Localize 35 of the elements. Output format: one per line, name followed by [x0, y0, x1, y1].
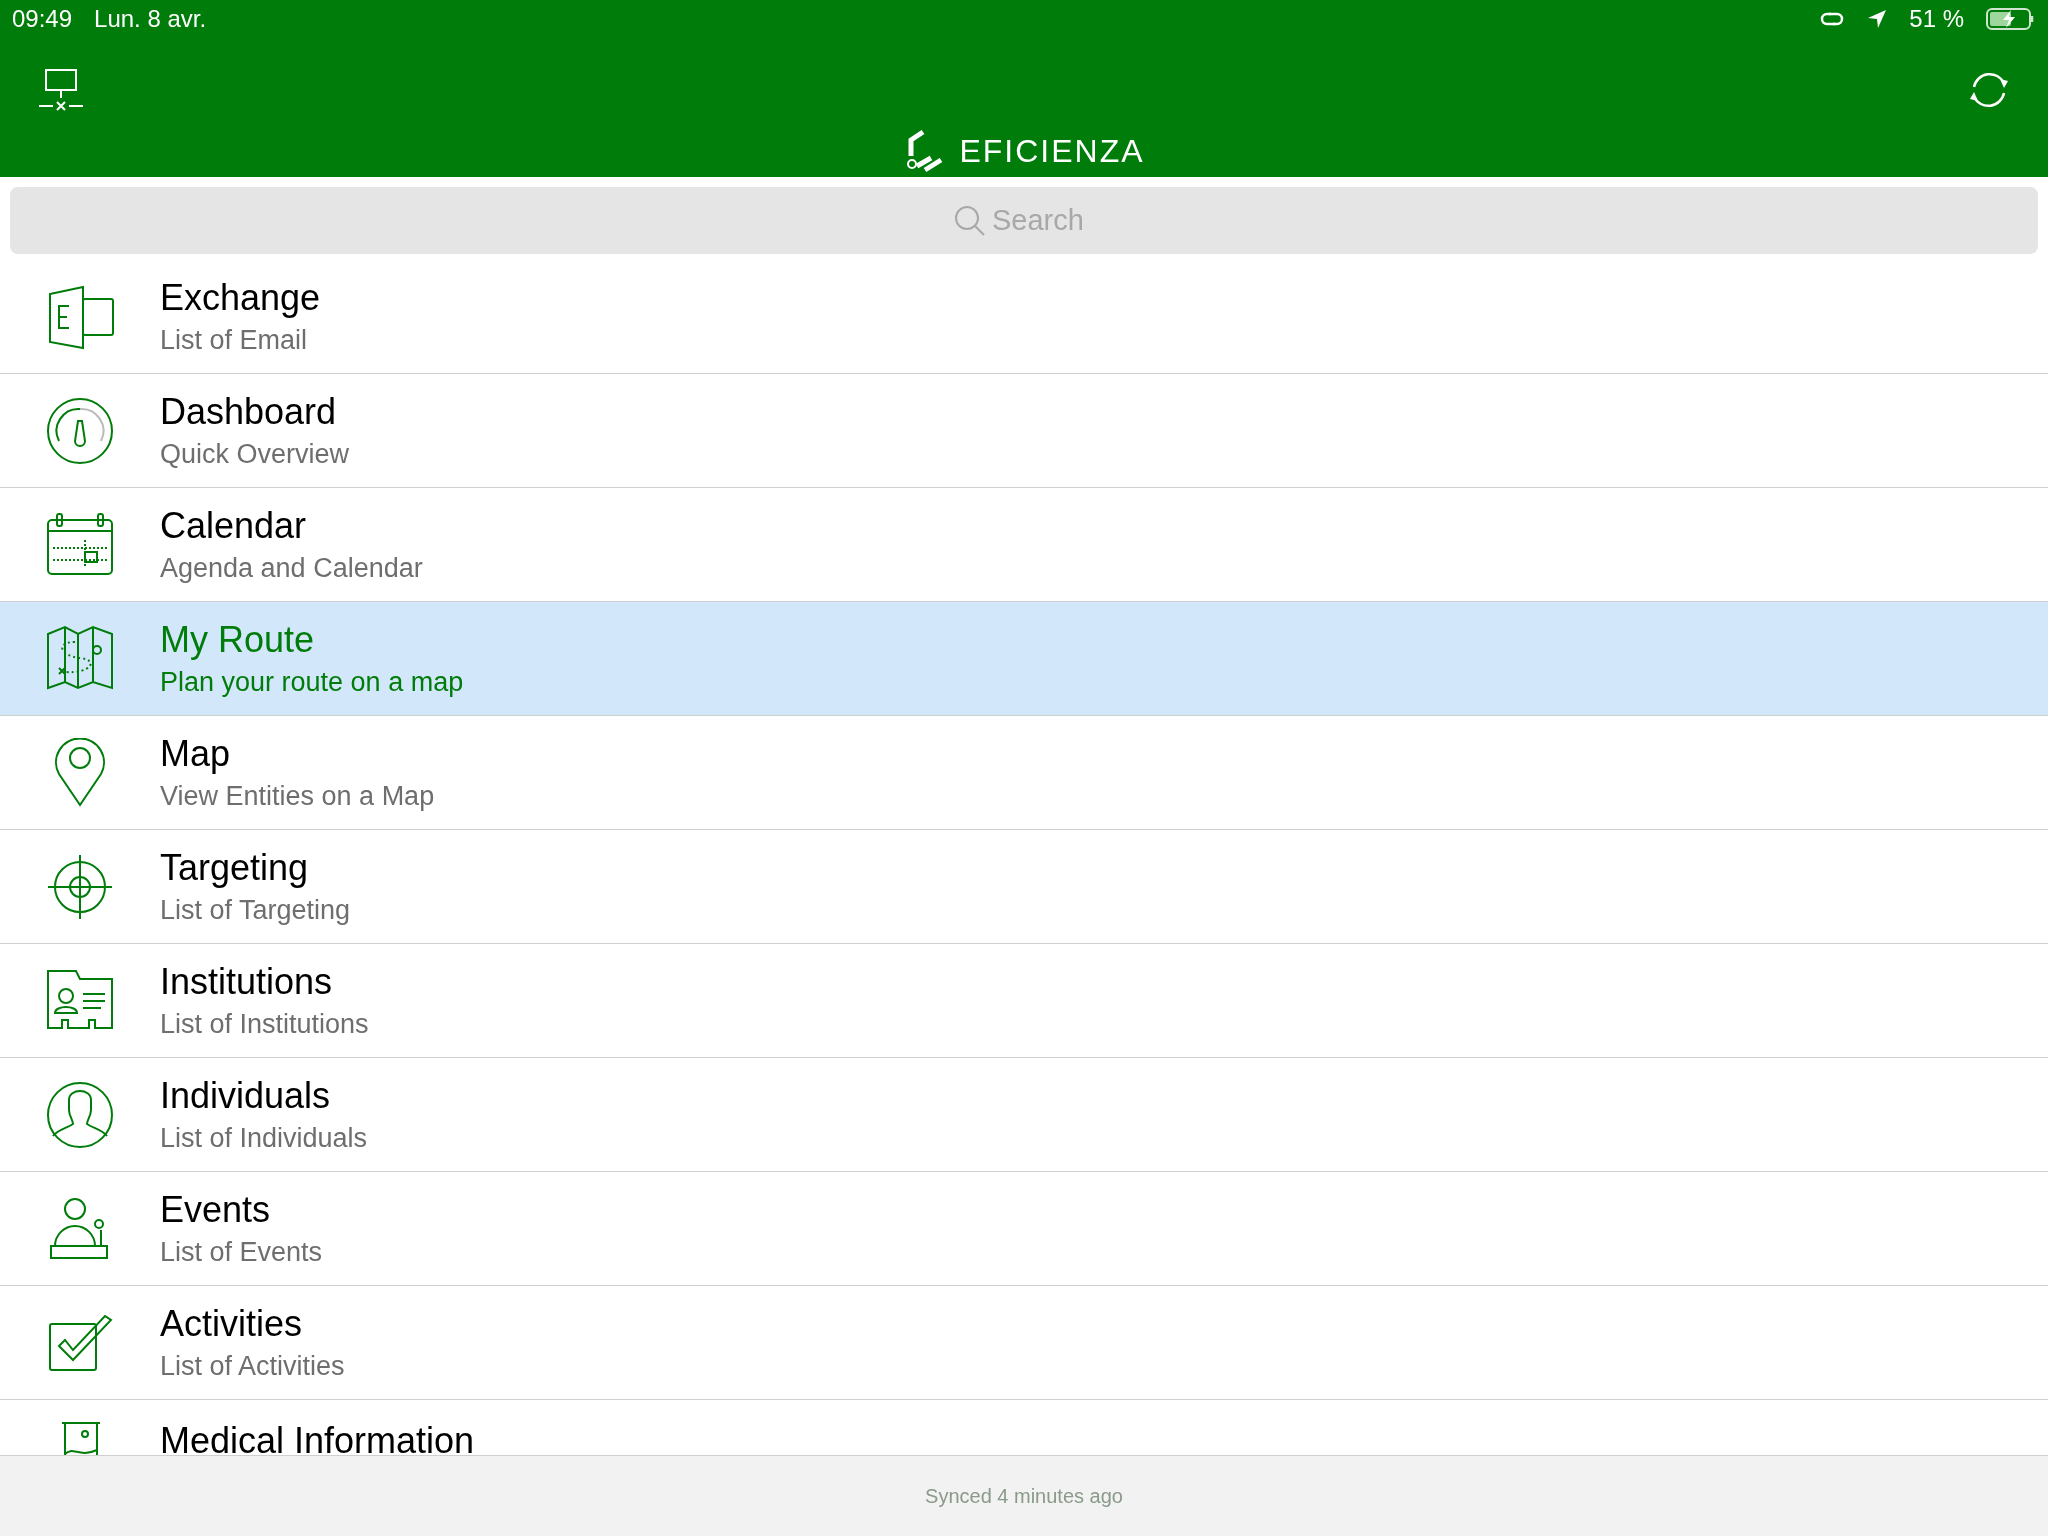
search-icon [954, 204, 986, 237]
menu-item-title: Events [160, 1189, 272, 1231]
menu-item-subtitle: List of Events [160, 1237, 323, 1268]
menu-item-subtitle: List of Institutions [160, 1009, 369, 1040]
status-time: 09:49 [12, 5, 73, 33]
gauge-icon [45, 395, 115, 466]
battery-charging-icon [1986, 7, 2036, 31]
person-circle-icon [45, 1079, 115, 1150]
search-field[interactable]: Search [10, 187, 2038, 254]
location-arrow-icon [1867, 9, 1888, 29]
menu-item-subtitle: View Entities on a Map [160, 781, 435, 812]
menu-item-subtitle: Quick Overview [160, 439, 350, 470]
menu-item-title: Exchange [160, 277, 321, 319]
brand-name: EFICIENZA [959, 132, 1145, 170]
menu-item[interactable]: My Route Plan your route on a map [0, 602, 2048, 716]
menu-item-subtitle: List of Email [160, 325, 309, 356]
menu-item-subtitle: List of Targeting [160, 895, 351, 926]
status-date: Lun. 8 avr. [94, 5, 207, 33]
menu-item-subtitle: List of Individuals [160, 1123, 368, 1154]
menu-item-subtitle: List of Activities [160, 1351, 345, 1382]
menu-item-title: Targeting [160, 847, 310, 889]
menu-item-title: Map [160, 733, 232, 775]
menu-item-title: Medical Information [160, 1420, 475, 1455]
menu-item-subtitle: Agenda and Calendar [160, 553, 423, 584]
battery-percentage: 51 % [1909, 5, 1964, 33]
menu-item-title: Calendar [160, 505, 308, 547]
menu-item-title: Institutions [160, 961, 334, 1003]
menu-item-title: Activities [160, 1303, 304, 1345]
menu-item-title: Dashboard [160, 391, 338, 433]
sync-status: Synced 4 minutes ago [925, 1484, 1123, 1508]
menu-item-title: Individuals [160, 1075, 332, 1117]
disconnect-icon[interactable] [38, 68, 84, 112]
search-input[interactable]: Search [990, 203, 1094, 238]
menu-item-subtitle: Plan your route on a map [160, 667, 464, 698]
menu-item-title: My Route [160, 619, 316, 661]
